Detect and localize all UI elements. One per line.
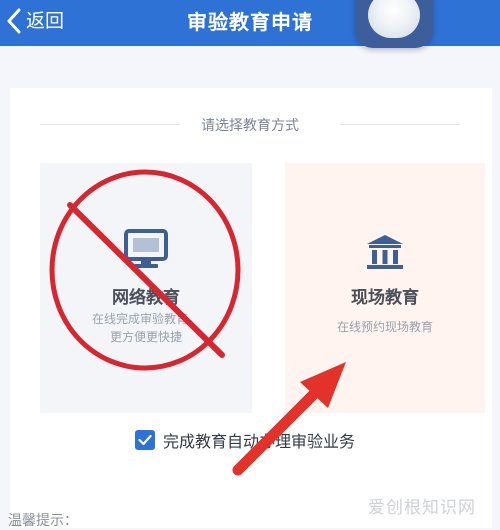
hint-label: 温馨提示： xyxy=(8,513,78,529)
floating-assist-button[interactable] xyxy=(355,0,433,48)
auto-process-checkbox-row[interactable]: 完成教育自动办理审验业务 xyxy=(135,428,355,452)
choose-method-prompt: 请选择教育方式 xyxy=(201,118,299,134)
online-education-subtitle-line1: 在线完成审验教育， xyxy=(91,312,200,326)
assist-circle-icon xyxy=(368,0,420,38)
auto-process-checkbox-label: 完成教育自动办理审验业务 xyxy=(163,432,356,451)
online-education-subtitle-line2: 更方便更快捷 xyxy=(109,330,182,344)
checkmark-icon xyxy=(138,434,152,446)
watermark-text: 爱创根知识网 xyxy=(368,498,476,518)
building-icon xyxy=(367,235,403,269)
monitor-icon xyxy=(124,229,168,268)
onsite-education-subtitle: 在线预约现场教育 xyxy=(336,320,433,334)
auto-process-checkbox[interactable] xyxy=(135,430,155,450)
online-education-title: 网络教育 xyxy=(112,288,180,308)
onsite-education-title: 现场教育 xyxy=(351,288,419,308)
top-bar: 返回 审验教育申请 xyxy=(0,0,500,48)
online-education-option[interactable]: 网络教育 在线完成审验教育， 更方便更快捷 xyxy=(40,163,252,413)
onsite-education-option[interactable]: 现场教育 在线预约现场教育 xyxy=(285,163,485,413)
